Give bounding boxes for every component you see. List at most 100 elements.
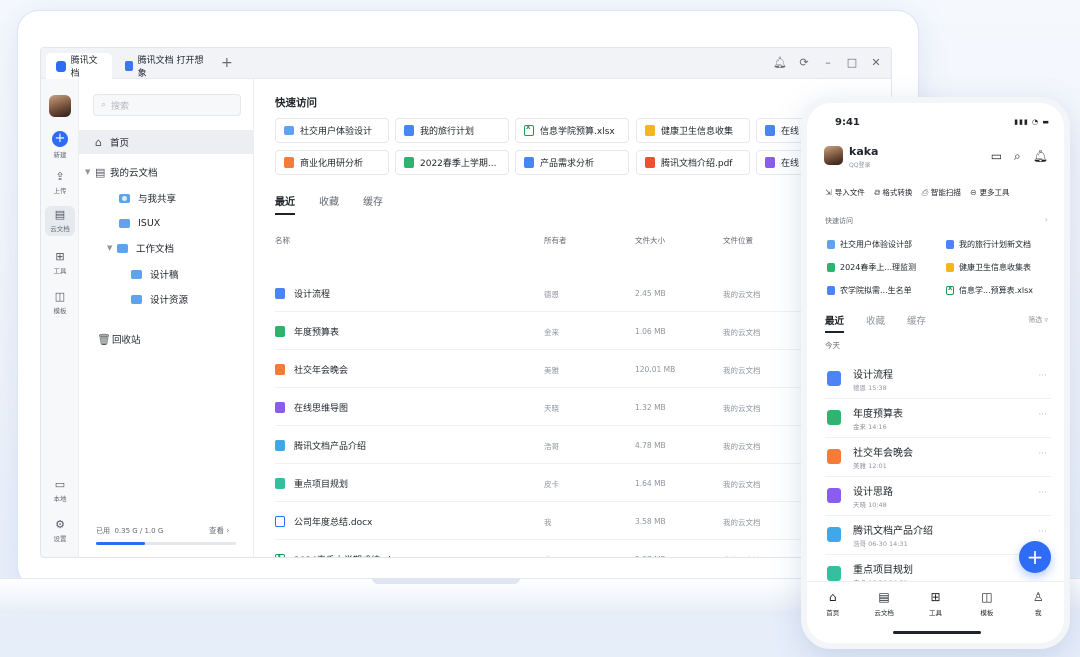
- nav-templates[interactable]: ◫ 模板: [967, 582, 1007, 625]
- tab-cache[interactable]: 缓存: [363, 193, 383, 215]
- rail-item-cloud-docs[interactable]: ▤ 云文档: [45, 206, 75, 236]
- tab-cache[interactable]: 缓存: [907, 313, 926, 333]
- file-name-cell: 腾讯文档产品介绍: [275, 439, 366, 452]
- quick-access-card[interactable]: 我的旅行计划: [395, 118, 509, 143]
- tab-open-imagination[interactable]: 腾讯文档 打开想象: [115, 53, 219, 79]
- nav-me[interactable]: ♙ 我: [1018, 582, 1058, 625]
- tab-tencent-docs[interactable]: 腾讯文档: [46, 53, 112, 79]
- smart-scan-button[interactable]: ⎙ 智能扫描: [921, 187, 960, 198]
- sync-icon[interactable]: ⟳: [797, 56, 811, 69]
- list-item[interactable]: 设计流程 德恩 15:38 ···: [825, 360, 1051, 399]
- tool-label: 智能扫描: [930, 188, 961, 197]
- table-row[interactable]: 腾讯文档产品介绍 浩哥 4.78 MB 我的云文档: [275, 426, 891, 464]
- quick-access-card[interactable]: 腾讯文档介绍.pdf: [636, 150, 750, 175]
- tab-recent[interactable]: 最近: [275, 193, 295, 215]
- sidebar-item-trash[interactable]: 🗑︎ 回收站: [79, 327, 254, 351]
- avatar[interactable]: [49, 95, 71, 117]
- more-icon[interactable]: ···: [1038, 449, 1047, 459]
- file-name: 社交年会晚会: [853, 448, 913, 459]
- list-item[interactable]: 社交年会晚会 美雅 12:01 ···: [825, 438, 1051, 477]
- caret-down-icon[interactable]: ▼: [85, 168, 95, 176]
- file-type-icon: [765, 125, 775, 136]
- file-meta: 美雅 12:01: [853, 462, 887, 470]
- avatar[interactable]: [824, 146, 843, 165]
- phone-quick-access-item[interactable]: 社交用户体验设计部: [827, 239, 912, 250]
- search-input[interactable]: ⌕ 搜索: [93, 94, 241, 116]
- rail-item-settings[interactable]: ⚙ 设置: [41, 519, 79, 544]
- more-icon: ⊖: [969, 188, 977, 197]
- column-location[interactable]: 文件位置: [723, 235, 753, 246]
- format-convert-button[interactable]: ⧉ 格式转换: [874, 187, 913, 198]
- quick-access-card[interactable]: 社交用户体验设计: [275, 118, 389, 143]
- rail-item-new[interactable]: + 新建: [41, 131, 79, 159]
- filter-button[interactable]: 筛选 ▿: [1028, 315, 1048, 325]
- list-item[interactable]: 腾讯文档产品介绍 浩哥 06-30 14:31 ···: [825, 516, 1051, 555]
- nav-cloud-docs[interactable]: ▤ 云文档: [864, 582, 904, 625]
- phone-quick-access-item[interactable]: 信息学...预算表.xlsx: [946, 284, 1033, 296]
- file-location: 我的云文档: [723, 442, 761, 451]
- quick-access-card[interactable]: 2022春季上学期...: [395, 150, 509, 175]
- file-owner: 金来: [544, 328, 559, 337]
- add-button[interactable]: +: [1019, 541, 1051, 573]
- rail-item-local[interactable]: ▭ 本地: [41, 479, 79, 504]
- rail-item-tools[interactable]: ⊞ 工具: [41, 251, 79, 276]
- table-row[interactable]: 公司年度总结.docx 我 3.58 MB 我的云文档: [275, 502, 891, 540]
- list-item[interactable]: 设计思路 天晓 10:48 ···: [825, 477, 1051, 516]
- file-meta: 德恩 15:38: [853, 384, 887, 392]
- folder-icon: [131, 269, 142, 279]
- sidebar-item-shared[interactable]: 与我共享: [79, 186, 254, 210]
- table-row[interactable]: 2024春季上学期成绩.xlsx 我 2.97 MB 我的云文档: [275, 540, 891, 557]
- quick-access-card[interactable]: 商业化用研分析: [275, 150, 389, 175]
- list-item[interactable]: 年度预算表 金来 14:16 ···: [825, 399, 1051, 438]
- more-icon[interactable]: ···: [1038, 410, 1047, 420]
- file-type-icon: [275, 364, 285, 375]
- tab-recent[interactable]: 最近: [825, 313, 845, 333]
- home-icon: ⌂: [828, 590, 837, 604]
- chevron-right-icon[interactable]: ›: [1045, 215, 1048, 224]
- table-row[interactable]: 年度预算表 金来 1.06 MB 我的云文档: [275, 312, 891, 350]
- bell-icon[interactable]: 🔔︎: [773, 56, 787, 69]
- rail-item-templates[interactable]: ◫ 模板: [41, 291, 79, 316]
- table-row[interactable]: 重点项目规划 皮卡 1.64 MB 我的云文档: [275, 464, 891, 502]
- sidebar-item-isux[interactable]: ISUX: [79, 211, 254, 235]
- maximize-icon[interactable]: □: [845, 56, 859, 69]
- minimize-icon[interactable]: –: [821, 56, 835, 69]
- column-name[interactable]: 名称: [275, 235, 290, 246]
- quick-access-card[interactable]: 产品需求分析: [515, 150, 629, 175]
- phone-quick-access-item[interactable]: 健康卫生信息收集表: [946, 262, 1031, 273]
- phone-quick-access-item[interactable]: 2024春季上...理监测: [827, 262, 916, 273]
- caret-down-icon[interactable]: ▼: [107, 244, 117, 252]
- table-row[interactable]: 社交年会晚会 美雅 120.01 MB 我的云文档: [275, 350, 891, 388]
- file-location: 我的云文档: [723, 290, 761, 299]
- sidebar-item-design-drafts[interactable]: 设计稿: [79, 262, 254, 286]
- folder-icon[interactable]: ▭: [991, 149, 1002, 164]
- column-owner[interactable]: 所有者: [544, 235, 567, 246]
- more-tools-button[interactable]: ⊖ 更多工具: [970, 187, 1010, 198]
- sidebar-item-work-docs[interactable]: ▼ 工作文档: [79, 236, 254, 260]
- tab-favorites[interactable]: 收藏: [319, 193, 339, 215]
- table-row[interactable]: 设计流程 德恩 2.45 MB 我的云文档: [275, 274, 891, 312]
- table-row[interactable]: 在线思维导图 天晓 1.32 MB 我的云文档: [275, 388, 891, 426]
- phone-quick-access-item[interactable]: 农学院拟需...生名单: [827, 285, 912, 296]
- quick-access-card[interactable]: 信息学院预算.xlsx: [515, 118, 629, 143]
- tab-favorites[interactable]: 收藏: [866, 313, 885, 333]
- bell-icon[interactable]: 🔔︎: [1033, 149, 1048, 164]
- close-icon[interactable]: ✕: [869, 56, 883, 69]
- storage-view-link[interactable]: 查看 ›: [209, 525, 229, 536]
- more-icon[interactable]: ···: [1038, 371, 1047, 381]
- laptop-notch: [372, 578, 520, 584]
- column-size[interactable]: 文件大小: [635, 235, 665, 246]
- rail-item-upload[interactable]: ⇪ 上传: [41, 171, 79, 196]
- nav-tools[interactable]: ⊞ 工具: [915, 582, 955, 625]
- quick-access-card[interactable]: 健康卫生信息收集: [636, 118, 750, 143]
- phone-quick-access-item[interactable]: 我的旅行计划新文档: [946, 239, 1031, 250]
- nav-home[interactable]: ⌂ 首页: [813, 582, 853, 625]
- import-file-button[interactable]: ⇲ 导入文件: [825, 187, 865, 198]
- sidebar-item-design-resources[interactable]: 设计资源: [79, 287, 254, 311]
- new-tab-plus-icon[interactable]: +: [221, 55, 233, 71]
- search-icon[interactable]: ⌕: [1014, 149, 1021, 164]
- sidebar-item-home[interactable]: ⌂ 首页: [79, 130, 254, 154]
- more-icon[interactable]: ···: [1038, 527, 1047, 537]
- more-icon[interactable]: ···: [1038, 488, 1047, 498]
- sidebar-item-my-cloud[interactable]: ▼ ▤ 我的云文档: [79, 160, 254, 184]
